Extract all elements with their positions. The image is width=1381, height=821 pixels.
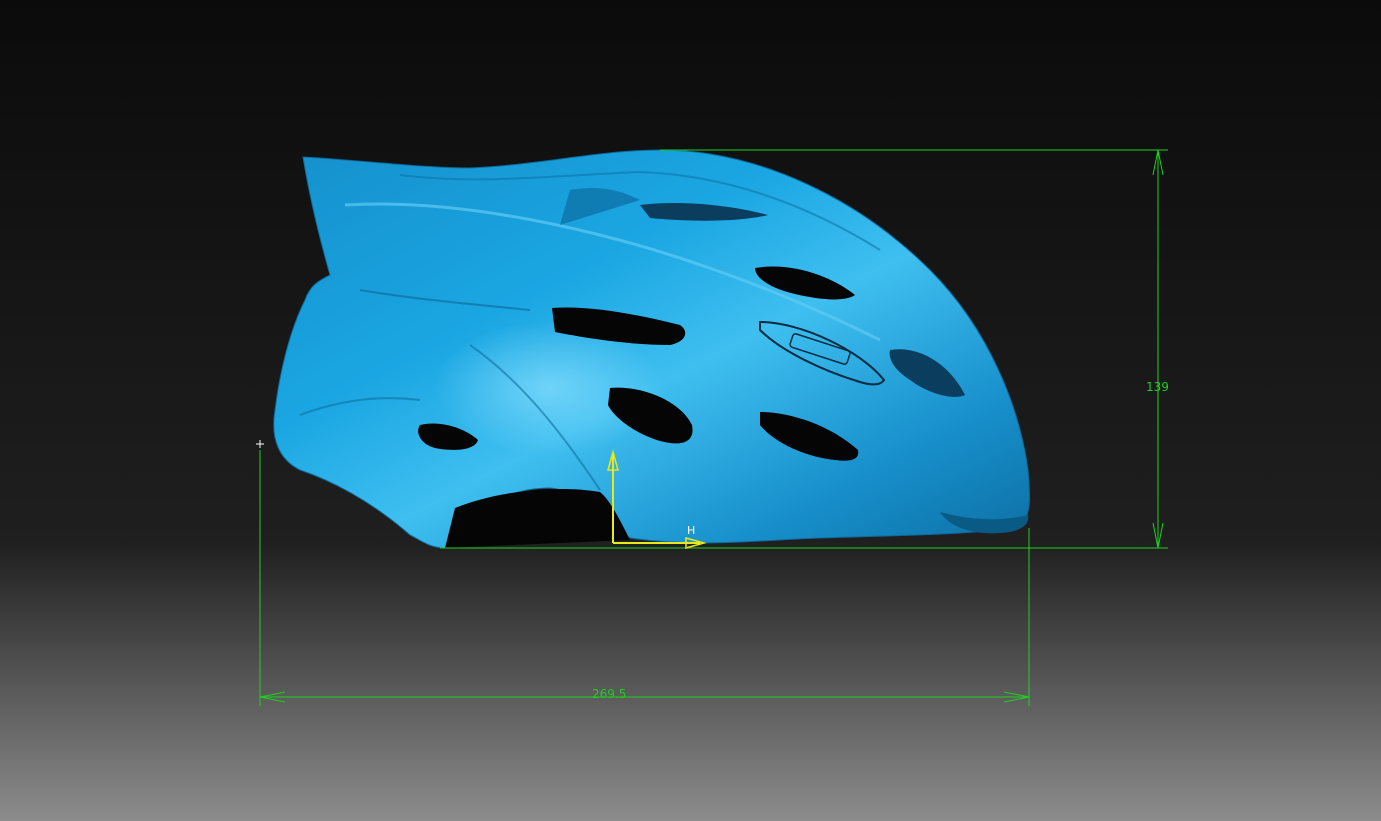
length-dimension-label: 269.5 bbox=[592, 687, 626, 701]
helmet-model[interactable] bbox=[273, 149, 1031, 549]
height-dimension-label: 139 bbox=[1146, 380, 1169, 394]
horizontal-axis-label: H bbox=[687, 524, 695, 537]
3d-viewport[interactable]: 139 269.5 H bbox=[0, 0, 1381, 821]
point-marker bbox=[256, 440, 264, 448]
